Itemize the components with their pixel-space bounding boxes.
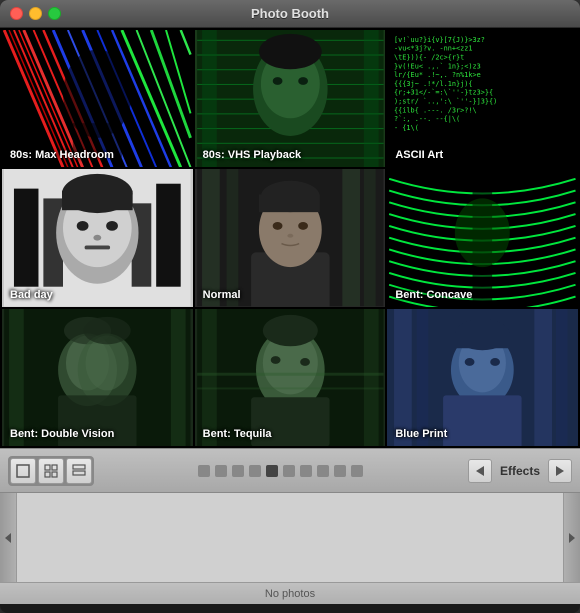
dots-navigation <box>100 465 462 477</box>
maximize-button[interactable] <box>48 7 61 20</box>
toolbar: Effects <box>0 448 580 492</box>
dot-3[interactable] <box>232 465 244 477</box>
dot-10[interactable] <box>351 465 363 477</box>
photo-grid: 80s: Max Headroom <box>0 28 580 448</box>
effects-group: Effects <box>468 459 572 483</box>
cell-ascii-art[interactable]: [v!`uu?}i{v}[7{J)}>3z? -vu<*3j?v. -nn+<z… <box>387 30 578 167</box>
effects-prev-button[interactable] <box>468 459 492 483</box>
dot-6[interactable] <box>283 465 295 477</box>
cell-label: 80s: VHS Playback <box>203 149 301 161</box>
dot-1[interactable] <box>198 465 210 477</box>
dot-9[interactable] <box>334 465 346 477</box>
strip-area <box>16 493 564 582</box>
cell-label: Bent: Double Vision <box>10 428 114 440</box>
strip-scroll-right[interactable] <box>564 493 580 582</box>
cell-bent-double-vision[interactable]: Bent: Double Vision <box>2 309 193 446</box>
view-mode-group <box>8 456 94 486</box>
cell-vhs-playback[interactable]: 80s: VHS Playback <box>195 30 386 167</box>
cell-max-headroom[interactable]: 80s: Max Headroom <box>2 30 193 167</box>
cell-label: Blue Print <box>395 428 447 440</box>
effects-next-button[interactable] <box>548 459 572 483</box>
status-bar: No photos <box>0 582 580 604</box>
photo-booth-window: Photo Booth <box>0 0 580 613</box>
cell-bent-concave[interactable]: Bent: Concave <box>387 169 578 306</box>
cell-bent-tequila[interactable]: Bent: Tequila <box>195 309 386 446</box>
cell-bad-day[interactable]: Bad day <box>2 169 193 306</box>
cell-label: ASCII Art <box>395 149 443 161</box>
quad-view-button[interactable] <box>38 458 64 484</box>
dot-8[interactable] <box>317 465 329 477</box>
cell-label: Bad day <box>10 289 53 301</box>
strip-scroll-left[interactable] <box>0 493 16 582</box>
titlebar: Photo Booth <box>0 0 580 28</box>
strip-view-button[interactable] <box>66 458 92 484</box>
effects-label: Effects <box>494 464 546 478</box>
traffic-lights <box>10 7 61 20</box>
dot-5[interactable] <box>266 465 278 477</box>
window-title: Photo Booth <box>251 6 329 21</box>
status-text: No photos <box>265 588 315 600</box>
dot-2[interactable] <box>215 465 227 477</box>
cell-normal[interactable]: Normal <box>195 169 386 306</box>
dot-4[interactable] <box>249 465 261 477</box>
cell-blue-print[interactable]: Blue Print <box>387 309 578 446</box>
cell-label: Normal <box>203 289 241 301</box>
single-view-button[interactable] <box>10 458 36 484</box>
cell-label: Bent: Tequila <box>203 428 272 440</box>
cell-label: 80s: Max Headroom <box>10 149 114 161</box>
cell-label: Bent: Concave <box>395 289 472 301</box>
photo-strip <box>0 492 580 582</box>
minimize-button[interactable] <box>29 7 42 20</box>
dot-7[interactable] <box>300 465 312 477</box>
close-button[interactable] <box>10 7 23 20</box>
